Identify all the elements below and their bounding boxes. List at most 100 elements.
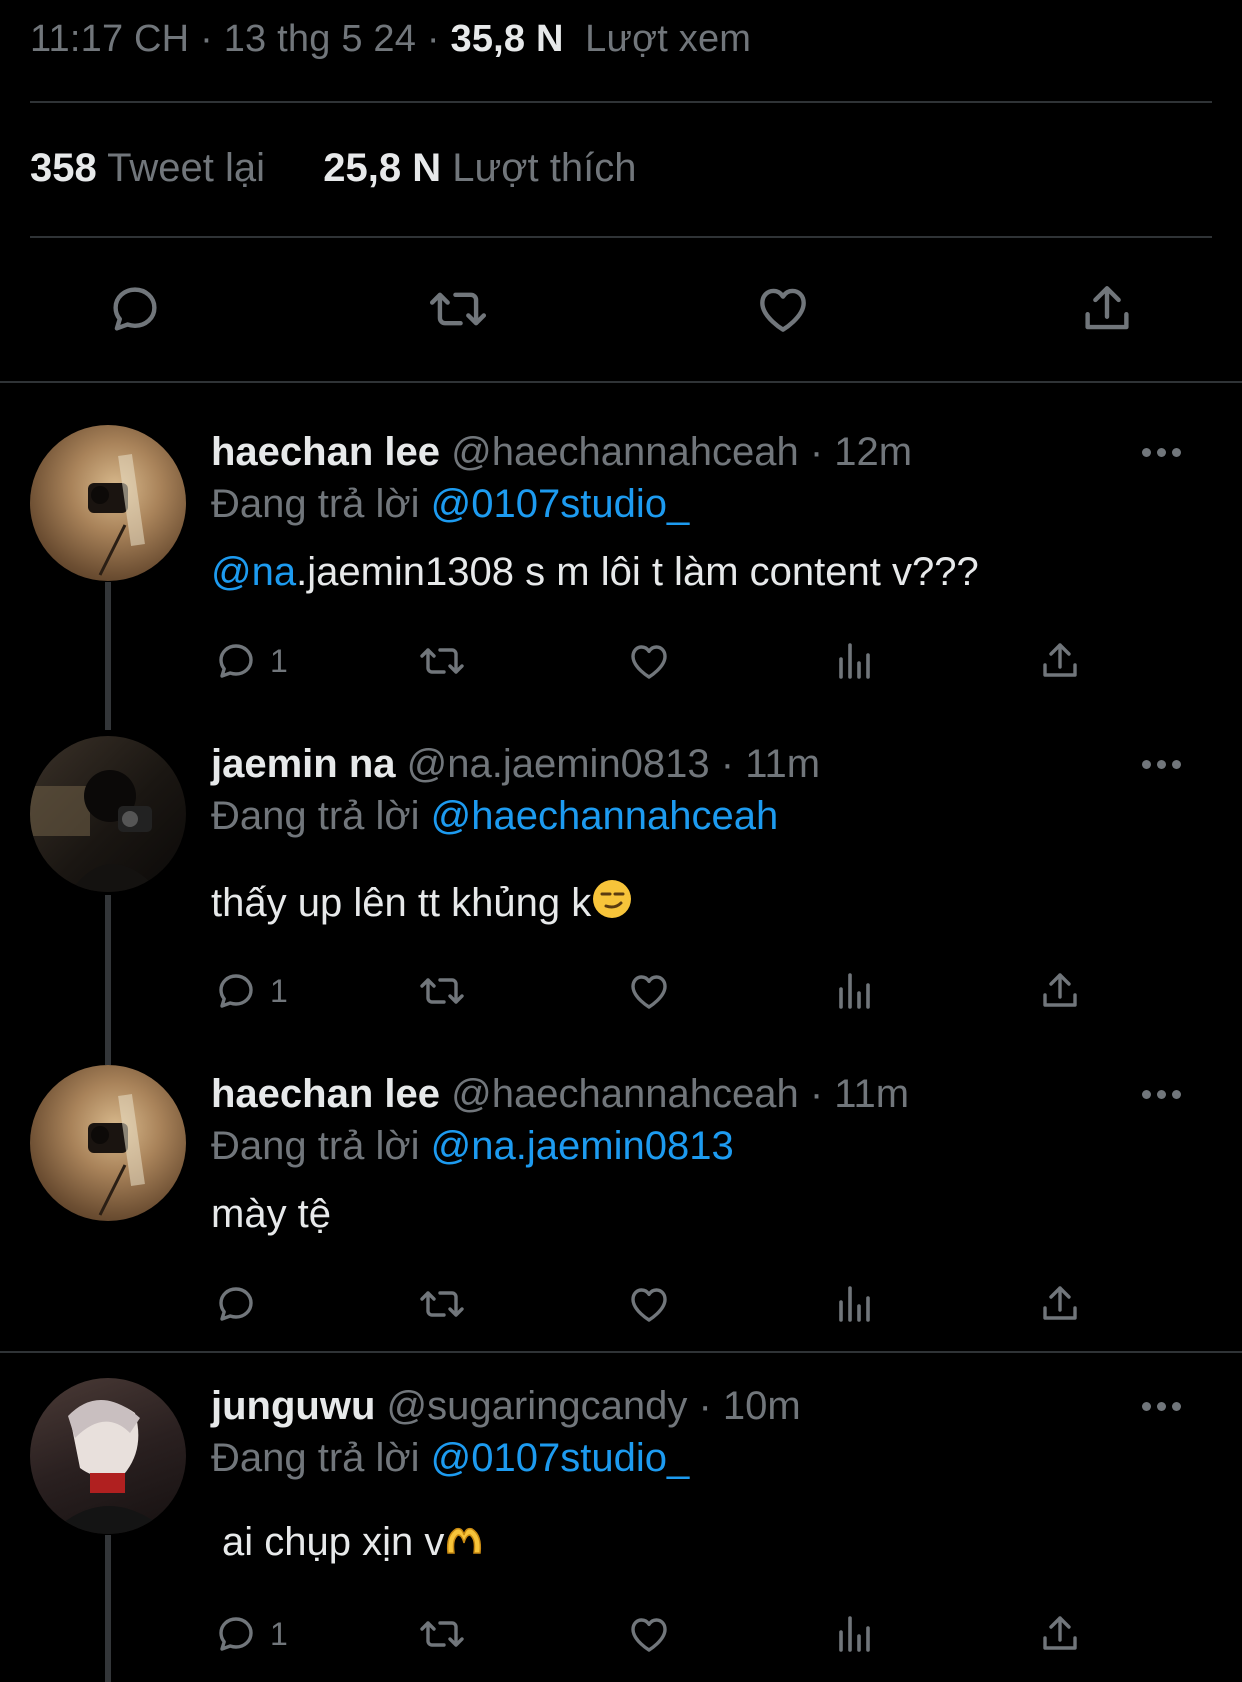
reply-time: · 11m: [720, 742, 821, 786]
retweet-icon: [420, 648, 464, 674]
reply-count: 1: [270, 642, 288, 679]
user-handle[interactable]: @haechannahceah: [451, 430, 799, 474]
reply-button[interactable]: [212, 1279, 260, 1329]
heart-hands-emoji-icon: [447, 1527, 482, 1554]
divider: [30, 236, 1212, 238]
replying-label: Đang trả lời: [211, 1124, 420, 1168]
share-icon: [1043, 1286, 1077, 1320]
divider: [0, 381, 1242, 383]
reply-button[interactable]: 1: [212, 1609, 288, 1659]
more-options-icon[interactable]: [1142, 1088, 1182, 1100]
analytics-icon: [839, 1616, 870, 1652]
reply-time: · 11m: [809, 1072, 910, 1116]
like-button[interactable]: [625, 1279, 673, 1329]
views-button[interactable]: [831, 1609, 879, 1659]
tweet-action-bar: [0, 278, 1242, 340]
divider: [0, 1351, 1242, 1353]
avatar[interactable]: [30, 1378, 186, 1534]
replying-label: Đang trả lời: [211, 1436, 420, 1480]
avatar[interactable]: [30, 736, 186, 892]
retweet-icon: [420, 978, 464, 1004]
views-button[interactable]: [831, 1279, 879, 1329]
share-button[interactable]: [1036, 1279, 1084, 1329]
views-button[interactable]: [831, 966, 879, 1016]
reply-icon: [219, 644, 253, 678]
avatar[interactable]: [30, 1065, 186, 1221]
user-handle[interactable]: @na.jaemin0813: [407, 742, 710, 786]
more-options-icon[interactable]: [1142, 1400, 1182, 1412]
display-name[interactable]: jaemin na: [211, 742, 396, 786]
display-name[interactable]: junguwu: [211, 1384, 375, 1428]
replying-to-mention[interactable]: @0107studio_: [431, 482, 690, 526]
user-handle[interactable]: @haechannahceah: [451, 1072, 799, 1116]
like-icon: [631, 645, 667, 679]
reply-icon: [219, 1617, 253, 1651]
reply-action-bar: [0, 1279, 1242, 1329]
analytics-icon: [839, 643, 870, 679]
likes-count[interactable]: 25,8 N: [323, 146, 441, 190]
more-options-icon[interactable]: [1142, 446, 1182, 458]
reply-button[interactable]: 1: [212, 966, 288, 1016]
likes-label[interactable]: Lượt thích: [452, 146, 636, 190]
views-count: 35,8 N: [450, 18, 564, 60]
views-button[interactable]: [831, 636, 879, 686]
smirking-face-emoji-icon: [593, 880, 632, 918]
text-mention[interactable]: @na: [211, 550, 296, 594]
share-button[interactable]: [1076, 278, 1138, 340]
like-icon: [631, 975, 667, 1009]
tweet-date: 13 thg 5 24: [223, 18, 417, 60]
reply-count: 1: [270, 1615, 288, 1652]
share-button[interactable]: [1036, 1609, 1084, 1659]
display-name[interactable]: haechan lee: [211, 430, 440, 474]
reply-text: mày tệ: [211, 1192, 332, 1236]
reply-action-bar: 1: [0, 966, 1242, 1016]
reply-text: @na.jaemin1308 s m lôi t làm content v??…: [211, 550, 979, 594]
reply-icon: [219, 974, 253, 1008]
retweets-count[interactable]: 358: [30, 146, 97, 190]
tweet-stats: 358 Tweet lại 25,8 N Lượt thích: [30, 146, 636, 191]
like-button[interactable]: [625, 966, 673, 1016]
like-icon: [760, 288, 806, 332]
reply-text: ai chụp xịn v: [222, 1520, 484, 1565]
like-button[interactable]: [625, 636, 673, 686]
analytics-icon: [839, 1286, 870, 1322]
share-icon: [1085, 286, 1129, 330]
analytics-icon: [839, 973, 870, 1009]
like-button[interactable]: [752, 278, 814, 340]
reply-button[interactable]: 1: [212, 636, 288, 686]
share-icon: [1043, 643, 1077, 677]
share-button[interactable]: [1036, 636, 1084, 686]
retweet-button[interactable]: [418, 966, 466, 1016]
retweet-button[interactable]: [427, 278, 489, 340]
replying-to-mention[interactable]: @na.jaemin0813: [431, 1124, 734, 1168]
reply-action-bar: 1: [0, 636, 1242, 686]
replying-label: Đang trả lời: [211, 482, 420, 526]
share-icon: [1043, 1616, 1077, 1650]
reply-button[interactable]: [104, 278, 166, 340]
tweet-meta: 11:17 CH · 13 thg 5 24 · 35,8 N Lượt xem: [30, 18, 752, 60]
replying-label: Đang trả lời: [211, 794, 420, 838]
reply-time: · 12m: [809, 430, 913, 474]
retweet-button[interactable]: [418, 1609, 466, 1659]
reply-count: 1: [270, 972, 288, 1009]
more-options-icon[interactable]: [1142, 758, 1182, 770]
reply-icon: [113, 287, 157, 331]
replying-to-mention[interactable]: @haechannahceah: [431, 794, 779, 838]
retweet-button[interactable]: [418, 1279, 466, 1329]
tweet-time: 11:17 CH: [30, 18, 190, 60]
divider: [30, 101, 1212, 103]
share-button[interactable]: [1036, 966, 1084, 1016]
share-icon: [1043, 973, 1077, 1007]
replying-to-mention[interactable]: @0107studio_: [431, 1436, 690, 1480]
avatar[interactable]: [30, 425, 186, 581]
retweets-label[interactable]: Tweet lại: [107, 146, 265, 190]
reply-action-bar: 1: [0, 1609, 1242, 1659]
like-button[interactable]: [625, 1609, 673, 1659]
user-handle[interactable]: @sugaringcandy: [387, 1384, 688, 1428]
reply-time: · 10m: [698, 1384, 801, 1428]
reply-icon: [219, 1287, 253, 1321]
views-label[interactable]: Lượt xem: [585, 18, 751, 60]
like-icon: [631, 1288, 667, 1322]
retweet-button[interactable]: [418, 636, 466, 686]
display-name[interactable]: haechan lee: [211, 1072, 440, 1116]
